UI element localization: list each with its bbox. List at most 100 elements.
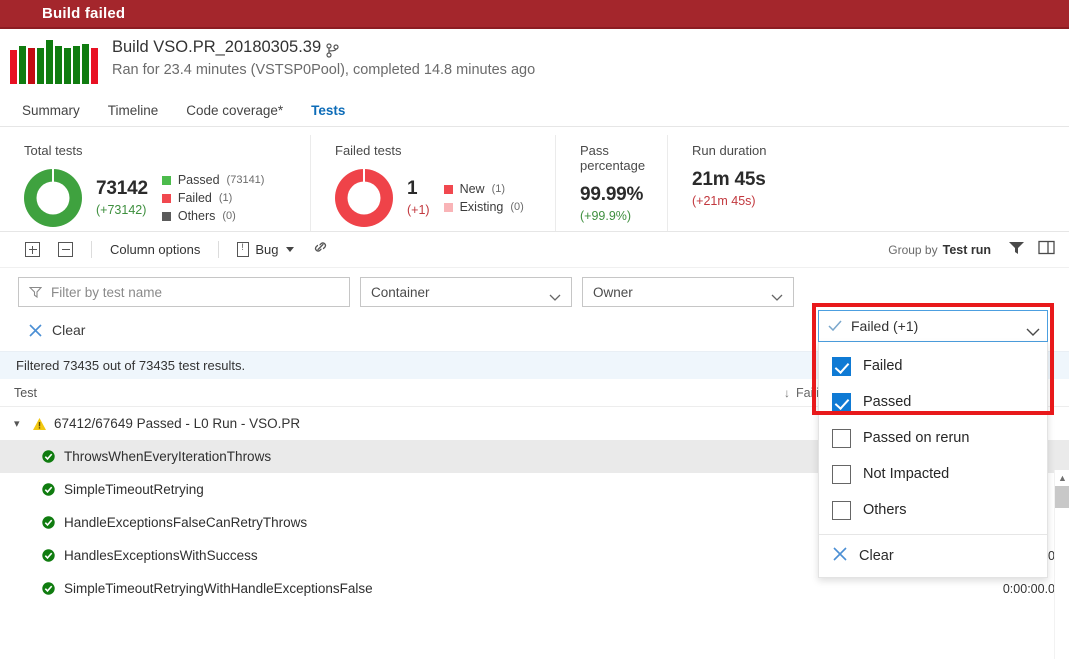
filter-toggle-button[interactable] bbox=[1001, 235, 1031, 265]
legend-count: (0) bbox=[510, 201, 524, 213]
checkbox[interactable] bbox=[832, 356, 851, 376]
test-run-group-label: 67412/67649 Passed - L0 Run - VSO.PR bbox=[54, 416, 301, 431]
legend-count: (1) bbox=[218, 192, 233, 204]
legend-count: (73141) bbox=[226, 174, 265, 186]
summary-total-tests: Total tests 73142 (+73142) Passed (73141)… bbox=[0, 135, 310, 231]
toolbar-right: Group by Test run bbox=[888, 232, 1061, 268]
outcome-filter-options-panel: Failed Passed Passed on rerun Not Impacted O… bbox=[818, 342, 1048, 578]
results-toolbar: Column options Bug Group by Test run bbox=[0, 232, 1069, 268]
legend-swatch bbox=[443, 184, 453, 194]
legend-item: Others (0) bbox=[161, 207, 265, 225]
checkbox[interactable] bbox=[832, 500, 851, 520]
tab-summary[interactable]: Summary bbox=[18, 95, 94, 126]
outcome-option-passed[interactable]: Passed bbox=[819, 384, 1047, 420]
outcome-option-others[interactable]: Others bbox=[819, 492, 1047, 528]
run-duration-value: 21m 45s bbox=[692, 169, 766, 190]
legend-label: Passed bbox=[177, 173, 220, 187]
pass-percentage-value: 99.99% bbox=[580, 184, 644, 205]
outcome-filter-dropdown[interactable]: Failed (+1) Failed Passed Passed on rerun N… bbox=[818, 310, 1048, 578]
toolbar-divider bbox=[91, 241, 92, 258]
legend-item: Passed (73141) bbox=[161, 171, 265, 189]
group-by-value[interactable]: Test run bbox=[943, 243, 991, 257]
outcome-clear-button[interactable]: Clear bbox=[819, 535, 1047, 577]
column-header-test[interactable]: Test bbox=[14, 386, 784, 400]
outcome-option-passed-on-rerun[interactable]: Passed on rerun bbox=[819, 420, 1047, 456]
passed-check-icon bbox=[42, 450, 55, 463]
checkbox[interactable] bbox=[832, 392, 851, 412]
test-name-filter-input[interactable]: Filter by test name bbox=[18, 277, 350, 307]
checkbox[interactable] bbox=[832, 428, 851, 448]
outcome-filter-selected-label: Failed (+1) bbox=[851, 318, 919, 334]
link-icon bbox=[312, 240, 329, 259]
outcome-filter-field[interactable]: Failed (+1) bbox=[818, 310, 1048, 342]
tab-bar: Summary Timeline Code coverage* Tests bbox=[0, 95, 1069, 127]
failed-tests-delta: (+1) bbox=[407, 203, 430, 218]
tab-tests[interactable]: Tests bbox=[297, 95, 359, 126]
bug-document-icon bbox=[237, 242, 250, 257]
build-history-sparkline bbox=[10, 38, 98, 84]
test-name-filter-placeholder: Filter by test name bbox=[51, 284, 163, 300]
chevron-down-icon bbox=[549, 289, 561, 301]
legend-label: New bbox=[459, 182, 485, 196]
bug-label: Bug bbox=[255, 242, 279, 257]
expand-all-button[interactable] bbox=[16, 236, 49, 264]
failed-tests-label: Failed tests bbox=[335, 143, 402, 158]
legend-swatch bbox=[161, 193, 171, 203]
container-filter-dropdown[interactable]: Container bbox=[360, 277, 572, 307]
close-icon bbox=[28, 323, 43, 338]
legend-count: (1) bbox=[491, 183, 506, 195]
sparkline-bar bbox=[37, 48, 44, 84]
test-name: SimpleTimeoutRetryingWithHandleException… bbox=[64, 581, 373, 596]
outcome-option-label: Passed on rerun bbox=[863, 430, 970, 446]
sparkline-bar bbox=[91, 48, 98, 84]
tab-timeline[interactable]: Timeline bbox=[94, 95, 173, 126]
legend-item: Failed (1) bbox=[161, 189, 265, 207]
failed-tests-legend: New (1) Existing (0) bbox=[443, 180, 524, 216]
branch-icon bbox=[326, 42, 339, 58]
sparkline-bar bbox=[28, 48, 35, 84]
sparkline-bar bbox=[19, 46, 26, 84]
owner-filter-dropdown[interactable]: Owner bbox=[582, 277, 794, 307]
link-button[interactable] bbox=[303, 236, 338, 264]
legend-count: (0) bbox=[222, 210, 236, 222]
run-duration-delta: (+21m 45s) bbox=[692, 193, 756, 208]
failed-tests-donut bbox=[335, 169, 393, 227]
total-tests-delta: (+73142) bbox=[96, 203, 147, 218]
sparkline-bar bbox=[73, 46, 80, 84]
sparkline-bar bbox=[55, 46, 62, 84]
collapse-all-button[interactable] bbox=[49, 236, 82, 264]
outcome-option-not-impacted[interactable]: Not Impacted bbox=[819, 456, 1047, 492]
column-options-button[interactable]: Column options bbox=[101, 236, 209, 264]
scroll-up-icon[interactable]: ▲ bbox=[1055, 470, 1069, 486]
test-name: SimpleTimeoutRetrying bbox=[64, 482, 204, 497]
chevron-down-icon[interactable]: ▾ bbox=[14, 417, 24, 430]
passed-check-icon bbox=[42, 516, 55, 529]
results-scrollbar[interactable]: ▲ bbox=[1054, 470, 1069, 659]
test-name: HandleExceptionsFalseCanRetryThrows bbox=[64, 515, 308, 530]
clear-filters-label: Clear bbox=[52, 322, 86, 338]
sparkline-bar bbox=[46, 40, 53, 84]
sparkline-bar bbox=[82, 44, 89, 84]
checkbox[interactable] bbox=[832, 464, 851, 484]
test-name: HandlesExceptionsWithSuccess bbox=[64, 548, 258, 563]
outcome-option-label: Passed bbox=[863, 394, 912, 410]
sparkline-bar bbox=[64, 48, 71, 84]
panel-toggle-button[interactable] bbox=[1031, 235, 1061, 265]
legend-item: New (1) bbox=[443, 180, 524, 198]
passed-check-icon bbox=[42, 483, 55, 496]
tests-results-page: Build failed Build VSO.PR_20180305.39 Ra… bbox=[0, 0, 1069, 659]
chevron-down-icon[interactable] bbox=[1026, 323, 1040, 336]
legend-item: Existing (0) bbox=[443, 198, 524, 216]
legend-swatch bbox=[161, 211, 171, 221]
build-title: Build VSO.PR_20180305.39 bbox=[112, 38, 322, 56]
failed-tests-value: 1 bbox=[407, 178, 418, 200]
legend-swatch bbox=[161, 175, 171, 185]
outcome-option-failed[interactable]: Failed bbox=[819, 348, 1047, 384]
total-tests-value: 73142 bbox=[96, 178, 148, 200]
scrollbar-thumb[interactable] bbox=[1055, 486, 1069, 508]
build-title-row: Build VSO.PR_20180305.39 bbox=[112, 36, 535, 58]
bug-button[interactable]: Bug bbox=[228, 236, 303, 264]
tab-code-coverage[interactable]: Code coverage* bbox=[172, 95, 297, 126]
funnel-icon bbox=[28, 286, 43, 299]
failed-tests-values: 1 (+1) bbox=[407, 178, 430, 217]
